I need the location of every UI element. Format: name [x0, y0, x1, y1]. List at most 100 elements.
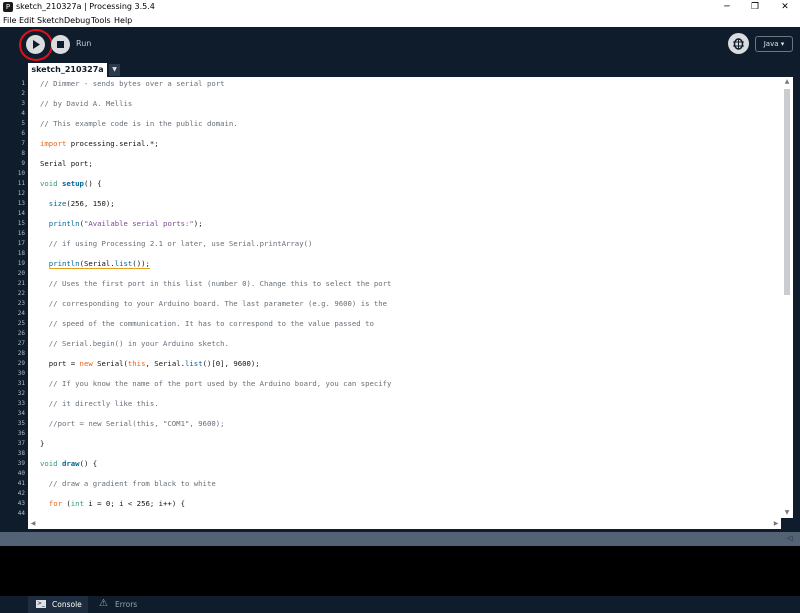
line-number: 5 [21, 120, 25, 127]
code-token: draw [61, 459, 80, 468]
menu-help[interactable]: Help [114, 14, 132, 27]
scroll-right-arrow-icon[interactable]: ▶ [771, 518, 781, 529]
line-number: 40 [17, 470, 25, 477]
stop-icon [57, 41, 64, 48]
close-button[interactable]: ✕ [770, 0, 800, 14]
run-label: Run [76, 39, 92, 48]
code-text-area[interactable]: // Dimmer - sends bytes over a serial po… [28, 77, 781, 518]
menu-file[interactable]: File [3, 14, 16, 27]
line-number: 25 [17, 320, 25, 327]
line-number: 19 [17, 260, 25, 267]
collapse-arrow-icon[interactable]: ◁ [787, 534, 792, 542]
code-token: void [40, 459, 58, 468]
line-number: 27 [17, 340, 25, 347]
code-token: new [79, 359, 93, 368]
code-token: println [48, 219, 80, 228]
window-titlebar: P sketch_210327a | Processing 3.5.4 ─ ❐ … [0, 0, 800, 14]
line-number: 30 [17, 370, 25, 377]
line-number: 8 [21, 150, 25, 157]
code-line: void setup() { [40, 179, 102, 188]
scroll-up-arrow-icon[interactable]: ▲ [781, 77, 793, 87]
line-number: 42 [17, 490, 25, 497]
console-output[interactable] [0, 546, 800, 596]
debug-button[interactable] [728, 33, 749, 54]
line-number: 4 [21, 110, 25, 117]
menu-sketch[interactable]: Sketch [37, 14, 64, 27]
code-token: size [48, 199, 67, 208]
errors-tab-label: Errors [115, 600, 138, 609]
toolbar: Run Java ▾ [0, 27, 800, 63]
line-number: 23 [17, 300, 25, 307]
tab-sketch[interactable]: sketch_210327a [28, 63, 107, 77]
code-token: setup [61, 179, 84, 188]
line-number: 2 [21, 90, 25, 97]
editor-right-edge [793, 77, 800, 529]
line-number: 7 [21, 140, 25, 147]
vertical-scroll-thumb[interactable] [784, 89, 790, 295]
line-number: 17 [17, 240, 25, 247]
code-line: } [40, 439, 45, 448]
line-number: 20 [17, 270, 25, 277]
line-number: 37 [17, 440, 25, 447]
line-number: 32 [17, 390, 25, 397]
code-line: // draw a gradient from black to white [40, 479, 216, 488]
scroll-left-arrow-icon[interactable]: ◀ [28, 518, 38, 529]
play-icon [33, 40, 40, 49]
line-number: 41 [17, 480, 25, 487]
console-tab-label: Console [52, 600, 82, 609]
mode-selector[interactable]: Java ▾ [755, 36, 793, 52]
line-number: 36 [17, 430, 25, 437]
tab-errors[interactable]: ⚠ Errors [95, 596, 155, 613]
line-number: 34 [17, 410, 25, 417]
code-line: void draw() { [40, 459, 98, 468]
line-number: 21 [17, 280, 25, 287]
run-button[interactable] [26, 35, 45, 54]
menu-edit[interactable]: Edit [19, 14, 35, 27]
minimize-button[interactable]: ─ [712, 0, 742, 14]
code-line: // Uses the first port in this list (num… [40, 279, 392, 288]
code-line: // speed of the communication. It has to… [40, 319, 374, 328]
horizontal-scrollbar[interactable]: ◀ ▶ [28, 518, 781, 529]
code-line: port = new Serial(this, Serial.list()[0]… [40, 359, 260, 368]
tab-menu-button[interactable]: ▼ [109, 64, 120, 76]
line-number: 22 [17, 290, 25, 297]
tab-bar: sketch_210327a ▼ [0, 63, 800, 77]
maximize-button[interactable]: ❐ [740, 0, 770, 14]
code-line: for (int i = 0; i < 256; i++) { [48, 499, 186, 508]
tab-console[interactable]: >_ Console [28, 596, 88, 613]
line-number: 16 [17, 230, 25, 237]
window-title: sketch_210327a | Processing 3.5.4 [16, 2, 155, 11]
code-line: size(256, 150); [48, 199, 115, 208]
line-number: 35 [17, 420, 25, 427]
stop-button[interactable] [51, 35, 70, 54]
line-number: 1 [21, 80, 25, 87]
code-line: import processing.serial.*; [40, 139, 159, 148]
line-number: 14 [17, 210, 25, 217]
code-line: // Serial.begin() in your Arduino sketch… [40, 339, 229, 348]
line-number: 38 [17, 450, 25, 457]
code-line: println("Available serial ports:"); [48, 219, 203, 228]
line-number: 43 [17, 500, 25, 507]
line-number: 29 [17, 360, 25, 367]
code-token: for [48, 499, 62, 508]
scroll-down-arrow-icon[interactable]: ▼ [781, 508, 793, 518]
code-token: "Available serial ports:" [83, 219, 194, 228]
code-line: // corresponding to your Arduino board. … [40, 299, 388, 308]
line-number: 11 [17, 180, 25, 187]
line-number: 39 [17, 460, 25, 467]
debugger-icon [733, 38, 744, 50]
status-bar: ◁ [0, 532, 800, 546]
line-number: 6 [21, 130, 25, 137]
code-line: Serial port; [40, 159, 93, 168]
code-line: // if using Processing 2.1 or later, use… [40, 239, 313, 248]
menu-debug[interactable]: Debug [64, 14, 90, 27]
processing-app-icon: P [3, 2, 13, 12]
menu-tools[interactable]: Tools [91, 14, 111, 27]
code-line: println(Serial.list()); [40, 259, 150, 269]
vertical-scrollbar[interactable]: ▲ ▼ [781, 77, 793, 518]
line-number: 44 [17, 510, 25, 517]
line-number: 26 [17, 330, 25, 337]
code-line: // This example code is in the public do… [40, 119, 238, 128]
code-token-warning: println(Serial.list()); [48, 259, 150, 269]
footer-tab-bar: >_ Console ⚠ Errors [0, 596, 800, 613]
